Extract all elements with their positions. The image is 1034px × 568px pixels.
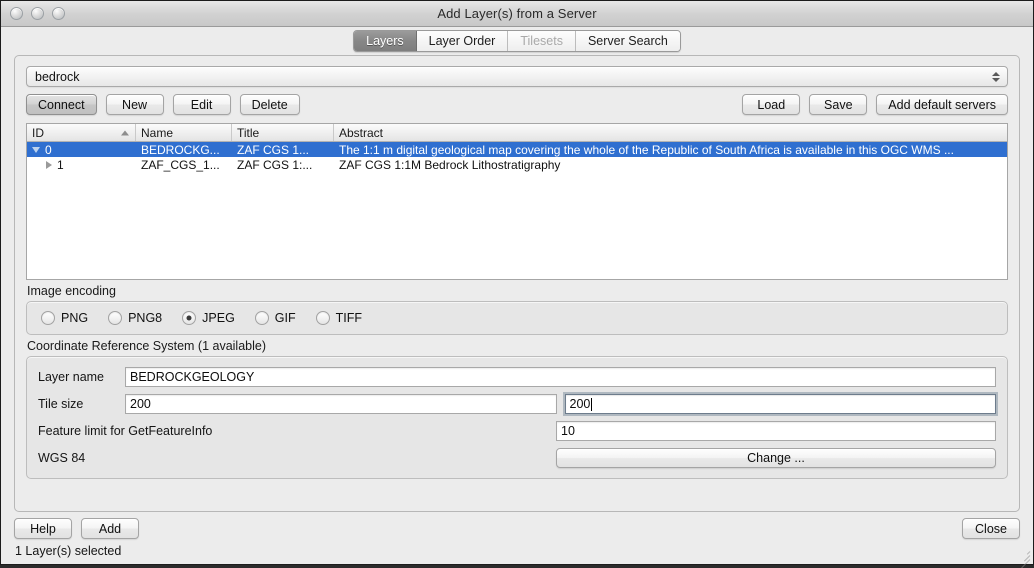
help-button[interactable]: Help bbox=[14, 518, 72, 539]
layers-tree[interactable]: ID Name Title Abstract 0 BEDROCKG... ZAF… bbox=[26, 123, 1008, 280]
add-button[interactable]: Add bbox=[81, 518, 139, 539]
tab-layer-order[interactable]: Layer Order bbox=[417, 31, 509, 51]
new-button[interactable]: New bbox=[106, 94, 164, 115]
zoom-button-icon[interactable] bbox=[52, 7, 65, 20]
layer-name-row: Layer name BEDROCKGEOLOGY bbox=[38, 366, 996, 388]
crs-section-label: Coordinate Reference System (1 available… bbox=[27, 339, 1008, 353]
server-connection-combobox[interactable]: bedrock bbox=[26, 66, 1008, 87]
radio-png8[interactable]: PNG8 bbox=[108, 311, 162, 325]
radio-dot-selected-icon bbox=[182, 311, 196, 325]
cell-name: BEDROCKG... bbox=[136, 143, 232, 157]
title-bar: Add Layer(s) from a Server bbox=[1, 1, 1033, 27]
cell-id[interactable]: 1 bbox=[27, 158, 136, 172]
column-header-abstract[interactable]: Abstract bbox=[334, 124, 1007, 141]
feature-limit-label: Feature limit for GetFeatureInfo bbox=[38, 424, 212, 438]
minimize-button-icon[interactable] bbox=[31, 7, 44, 20]
radio-tiff-label: TIFF bbox=[336, 311, 362, 325]
save-button[interactable]: Save bbox=[809, 94, 867, 115]
column-header-id[interactable]: ID bbox=[27, 124, 136, 141]
column-header-id-label: ID bbox=[32, 126, 44, 140]
crs-group: Layer name BEDROCKGEOLOGY Tile size 200 … bbox=[26, 356, 1008, 479]
close-button-icon[interactable] bbox=[10, 7, 23, 20]
radio-jpeg-label: JPEG bbox=[202, 311, 235, 325]
image-encoding-group: PNG PNG8 JPEG GIF TIFF bbox=[26, 301, 1008, 335]
radio-gif[interactable]: GIF bbox=[255, 311, 296, 325]
table-row[interactable]: 1 ZAF_CGS_1... ZAF CGS 1:... ZAF CGS 1:1… bbox=[27, 157, 1007, 172]
delete-button[interactable]: Delete bbox=[240, 94, 300, 115]
feature-limit-input[interactable]: 10 bbox=[556, 421, 996, 441]
radio-dot-icon bbox=[316, 311, 330, 325]
radio-dot-icon bbox=[108, 311, 122, 325]
radio-gif-label: GIF bbox=[275, 311, 296, 325]
column-header-title[interactable]: Title bbox=[232, 124, 334, 141]
radio-dot-icon bbox=[41, 311, 55, 325]
window-title: Add Layer(s) from a Server bbox=[1, 6, 1033, 21]
tile-size-width-input[interactable]: 200 bbox=[125, 394, 557, 414]
chevron-updown-icon[interactable] bbox=[992, 72, 1000, 82]
text-cursor bbox=[591, 398, 592, 411]
sort-ascending-icon bbox=[121, 130, 129, 135]
cell-abstract: The 1:1 m digital geological map coverin… bbox=[334, 143, 1007, 157]
close-button[interactable]: Close bbox=[962, 518, 1020, 539]
cell-id-label: 0 bbox=[45, 143, 52, 157]
edit-button[interactable]: Edit bbox=[173, 94, 231, 115]
dialog-window: Add Layer(s) from a Server Layers Layer … bbox=[0, 0, 1034, 565]
dialog-footer: Help Add Close 1 Layer(s) selected bbox=[1, 512, 1033, 564]
disclosure-triangle-closed-icon[interactable] bbox=[46, 161, 52, 169]
server-connection-value: bedrock bbox=[27, 70, 79, 84]
radio-png8-label: PNG8 bbox=[128, 311, 162, 325]
connection-button-row: Connect New Edit Delete Load Save Add de… bbox=[26, 94, 1008, 115]
radio-dot-icon bbox=[255, 311, 269, 325]
tile-size-height-value: 200 bbox=[570, 397, 591, 411]
connect-button[interactable]: Connect bbox=[26, 94, 97, 115]
tab-bar: Layers Layer Order Tilesets Server Searc… bbox=[1, 27, 1033, 55]
radio-jpeg[interactable]: JPEG bbox=[182, 311, 235, 325]
cell-name: ZAF_CGS_1... bbox=[136, 158, 232, 172]
crs-row: WGS 84 Change ... bbox=[38, 447, 996, 469]
add-default-servers-button[interactable]: Add default servers bbox=[876, 94, 1008, 115]
cell-title: ZAF CGS 1... bbox=[232, 143, 334, 157]
footer-button-row: Help Add Close bbox=[14, 518, 1020, 539]
layers-panel: bedrock Connect New Edit Delete Load Sav… bbox=[14, 55, 1020, 512]
load-button[interactable]: Load bbox=[742, 94, 800, 115]
tab-server-search[interactable]: Server Search bbox=[576, 31, 680, 51]
tile-size-row: Tile size 200 200 bbox=[38, 393, 996, 415]
resize-grip-icon[interactable] bbox=[1016, 548, 1030, 562]
layer-name-label: Layer name bbox=[38, 370, 125, 384]
layer-name-input[interactable]: BEDROCKGEOLOGY bbox=[125, 367, 996, 387]
image-encoding-label: Image encoding bbox=[27, 284, 1008, 298]
crs-value-label: WGS 84 bbox=[38, 451, 125, 465]
disclosure-triangle-open-icon[interactable] bbox=[32, 147, 40, 153]
table-row[interactable]: 0 BEDROCKG... ZAF CGS 1... The 1:1 m dig… bbox=[27, 142, 1007, 157]
cell-title: ZAF CGS 1:... bbox=[232, 158, 334, 172]
window-controls bbox=[10, 7, 65, 20]
tree-header-row: ID Name Title Abstract bbox=[27, 124, 1007, 142]
column-header-name[interactable]: Name bbox=[136, 124, 232, 141]
radio-png-label: PNG bbox=[61, 311, 88, 325]
feature-limit-row: Feature limit for GetFeatureInfo 10 bbox=[38, 420, 996, 442]
tab-tilesets: Tilesets bbox=[508, 31, 576, 51]
change-crs-button[interactable]: Change ... bbox=[556, 448, 996, 468]
radio-png[interactable]: PNG bbox=[41, 311, 88, 325]
tile-size-height-input[interactable]: 200 bbox=[565, 394, 997, 414]
status-text: 1 Layer(s) selected bbox=[15, 544, 1020, 558]
cell-id-label: 1 bbox=[57, 158, 64, 172]
cell-abstract: ZAF CGS 1:1M Bedrock Lithostratigraphy bbox=[334, 158, 1007, 172]
radio-tiff[interactable]: TIFF bbox=[316, 311, 362, 325]
cell-id[interactable]: 0 bbox=[27, 143, 136, 157]
tab-layers[interactable]: Layers bbox=[354, 31, 417, 51]
tile-size-label: Tile size bbox=[38, 397, 125, 411]
